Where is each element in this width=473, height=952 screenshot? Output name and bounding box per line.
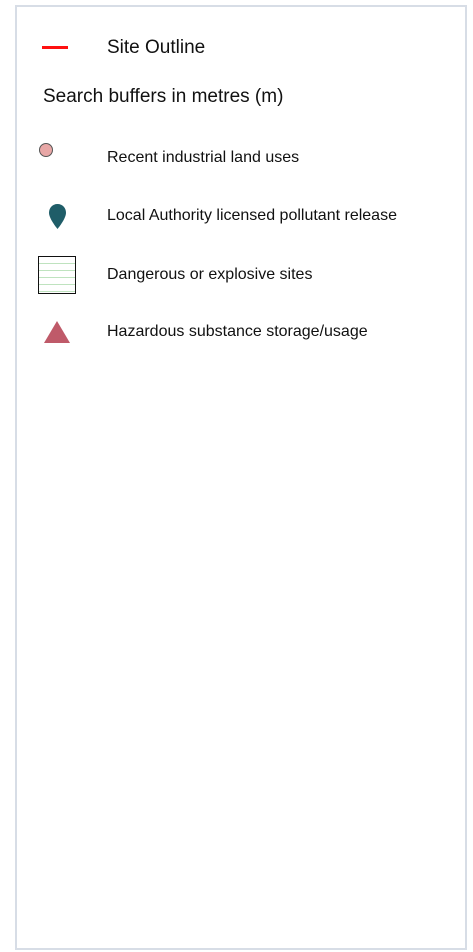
site-outline-label: Site Outline xyxy=(107,37,206,58)
search-buffers-label: Search buffers in metres (m) xyxy=(43,86,284,107)
red-triangle-icon xyxy=(44,321,70,343)
pink-circle-icon xyxy=(39,143,53,157)
legend-item-label-hazardous-substance: Hazardous substance storage/usage xyxy=(107,323,368,340)
teal-pin-icon xyxy=(49,204,66,229)
legend-item-label-industrial-land-uses: Recent industrial land uses xyxy=(107,149,300,166)
legend-item-label-explosive-sites: Dangerous or explosive sites xyxy=(107,266,313,283)
map-legend-panel xyxy=(15,5,467,950)
legend-item-label-pollutant-release: Local Authority licensed pollutant relea… xyxy=(107,207,397,224)
site-outline-swatch xyxy=(42,46,68,49)
green-hatched-square-icon xyxy=(38,256,76,294)
